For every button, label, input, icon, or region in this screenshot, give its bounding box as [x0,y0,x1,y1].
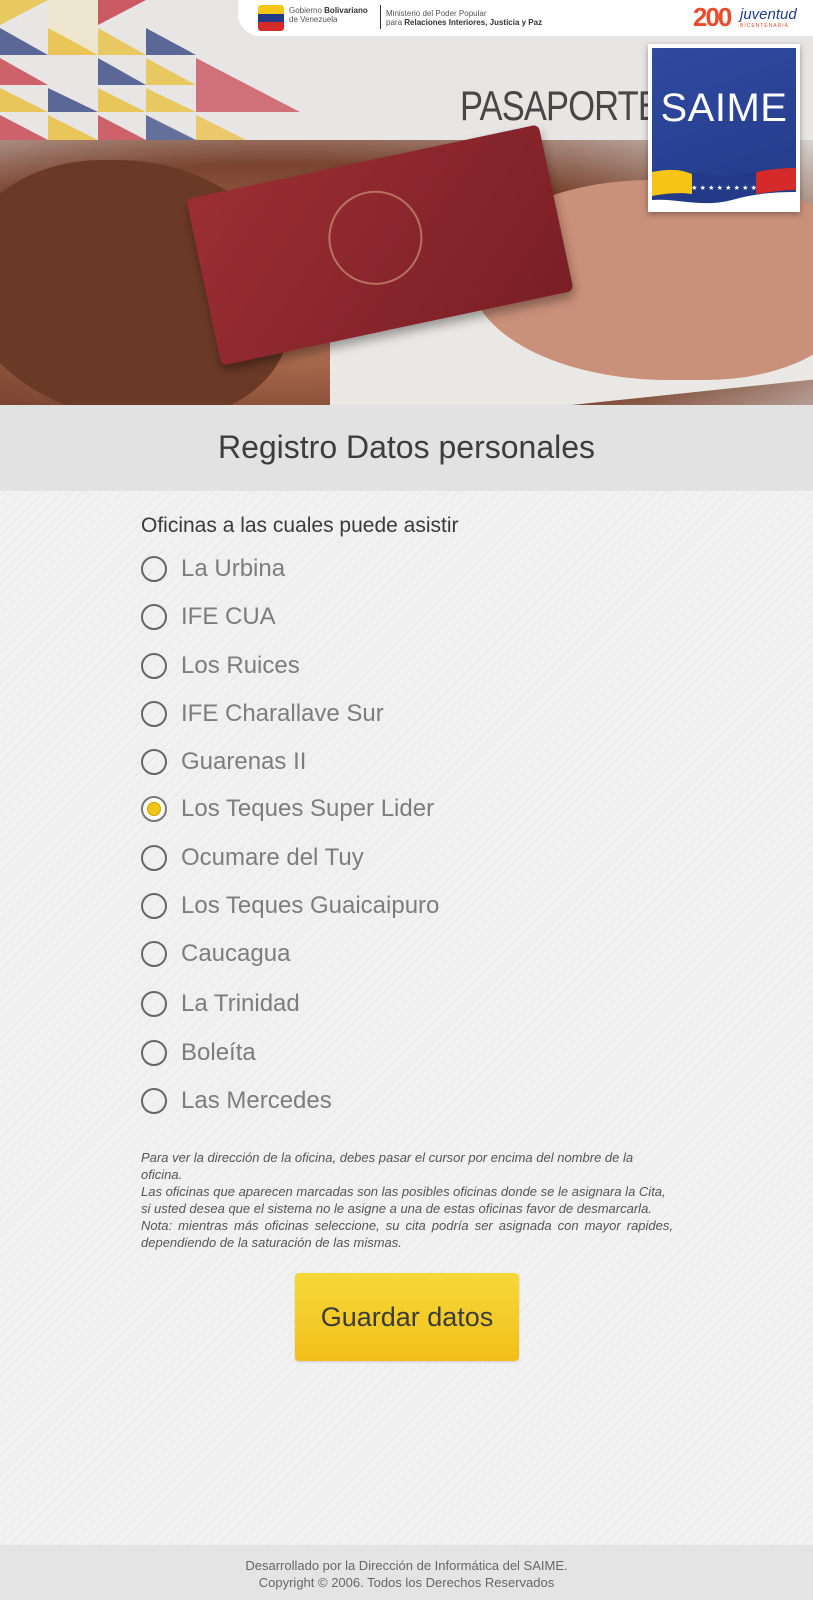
office-option[interactable]: IFE CUA [141,598,276,636]
pasaporte-heading: PASAPORTE [460,82,661,129]
ministry-line2-prefix: para [386,18,403,27]
page-title: Registro Datos personales [217,429,596,465]
office-option-label[interactable]: Los Teques Guaicaipuro [181,892,439,920]
offices-section-label: Oficinas a las cuales puede asistir [141,514,459,537]
office-option-label[interactable]: La Urbina [181,555,285,583]
juventud-logo-word: juventud [740,6,797,23]
office-option-label[interactable]: Los Teques Super Lider [181,795,434,823]
footer: Desarrollado por la Dirección de Informá… [0,1545,813,1600]
header-banner: Gobierno Bolivariano de Venezuela Minist… [0,0,813,405]
note-line: dependiendo de la saturación de las mism… [141,1235,402,1250]
saime-logo-text: SAIME [660,86,788,130]
office-option-label[interactable]: Boleíta [181,1039,256,1067]
offices-help-note: Para ver la dirección de la oficina, deb… [141,1149,673,1251]
office-option-label[interactable]: IFE CUA [181,603,276,631]
office-option[interactable]: Las Mercedes [141,1082,332,1120]
government-topbar: Gobierno Bolivariano de Venezuela Minist… [238,0,813,36]
office-radio[interactable] [141,556,167,582]
gov-line1-prefix: Gobierno [289,6,322,15]
ministry-line1: Ministerio del Poder Popular [386,9,487,18]
office-option[interactable]: Boleíta [141,1034,256,1072]
office-option-label[interactable]: Caucagua [181,940,290,968]
office-option[interactable]: Los Ruices [141,647,300,685]
office-option-label[interactable]: Los Ruices [181,652,300,680]
juventud-logo-number: 200 [693,2,732,32]
office-radio[interactable] [141,653,167,679]
office-option-label[interactable]: Las Mercedes [181,1087,332,1115]
saime-flag-ribbon-icon: ★ ★ ★ ★ ★ ★ ★ ★ [652,168,796,208]
office-radio[interactable] [141,845,167,871]
office-radio-checked[interactable] [141,796,167,822]
save-data-button[interactable]: Guardar datos [295,1273,519,1361]
ministry-logo-text: Ministerio del Poder Popular para Relaci… [386,9,542,27]
svg-text:★ ★ ★ ★ ★ ★ ★ ★: ★ ★ ★ ★ ★ ★ ★ ★ [691,184,757,192]
note-line: si usted desea que el sistema no le asig… [141,1201,652,1216]
gov-line1-bold: Bolivariano [324,6,368,15]
note-line: Nota: mientras más oficinas seleccione, … [141,1218,673,1233]
office-option-label[interactable]: Ocumare del Tuy [181,844,364,872]
office-option[interactable]: La Trinidad [141,985,300,1023]
venezuela-flag-icon [258,5,284,31]
office-radio[interactable] [141,701,167,727]
title-strip: Registro Datos personales [0,405,813,491]
note-line: Para ver la dirección de la oficina, deb… [141,1150,634,1182]
office-option[interactable]: Ocumare del Tuy [141,839,364,877]
office-option[interactable]: Caucagua [141,935,290,973]
office-radio[interactable] [141,893,167,919]
footer-credit: Desarrollado por la Dirección de Informá… [245,1558,568,1573]
juventud-logo-sub: BICENTENARIA [740,23,789,29]
office-radio[interactable] [141,991,167,1017]
ministry-line2-bold: Relaciones Interiores, Justicia y Paz [404,18,543,27]
office-option[interactable]: Guarenas II [141,743,306,781]
office-option[interactable]: IFE Charallave Sur [141,695,384,733]
office-radio[interactable] [141,941,167,967]
office-option-label[interactable]: La Trinidad [181,990,300,1018]
office-radio[interactable] [141,604,167,630]
office-option[interactable]: La Urbina [141,550,285,588]
office-option-label[interactable]: Guarenas II [181,748,306,776]
note-line: Las oficinas que aparecen marcadas son l… [141,1184,666,1199]
office-option[interactable]: Los Teques Super Lider [141,790,434,828]
gov-line2: de Venezuela [289,15,338,24]
footer-copyright: Copyright © 2006. Todos los Derechos Res… [258,1575,555,1590]
coat-of-arms-icon [319,182,432,294]
office-option-label[interactable]: IFE Charallave Sur [181,700,384,728]
office-radio[interactable] [141,1040,167,1066]
government-logo-text: Gobierno Bolivariano de Venezuela [289,6,368,24]
office-radio[interactable] [141,749,167,775]
office-radio[interactable] [141,1088,167,1114]
saime-logo: SAIME ★ ★ ★ ★ ★ ★ ★ ★ [648,44,800,212]
logo-divider [380,5,381,29]
office-option[interactable]: Los Teques Guaicaipuro [141,887,439,925]
